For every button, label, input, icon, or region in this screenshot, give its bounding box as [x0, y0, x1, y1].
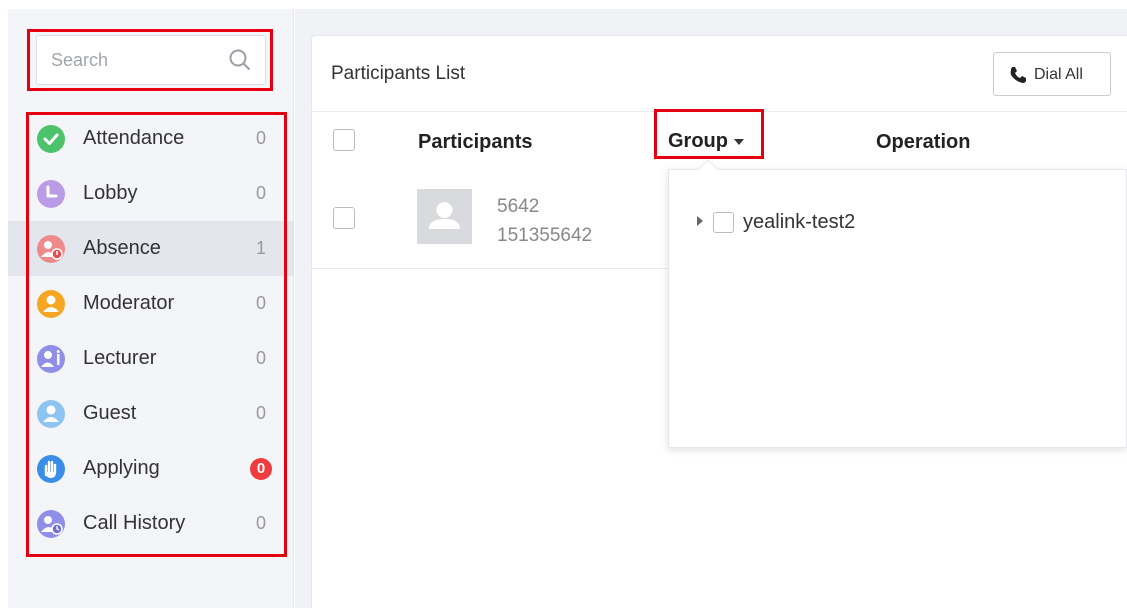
- panel-title: Participants List: [331, 63, 466, 84]
- column-participants: Participants: [418, 131, 533, 153]
- expand-arrow-icon[interactable]: [697, 216, 703, 226]
- dial-all-label: Dial All: [1034, 66, 1083, 83]
- search-highlight-box: [27, 29, 273, 91]
- avatar: [417, 189, 472, 244]
- participant-name: 5642: [497, 196, 540, 217]
- user-placeholder-icon: [429, 202, 460, 229]
- phone-icon: [1010, 67, 1026, 83]
- column-operation: Operation: [876, 131, 971, 153]
- group-dropdown: [668, 159, 1127, 448]
- group-item-label[interactable]: yealink-test2: [743, 211, 855, 234]
- participant-number: 151355642: [497, 225, 593, 246]
- group-checkbox[interactable]: [713, 212, 734, 233]
- dial-all-button[interactable]: Dial All: [993, 52, 1111, 96]
- row-checkbox[interactable]: [333, 207, 355, 229]
- sidebar-highlight-box: [26, 112, 287, 557]
- row-divider: [311, 268, 669, 269]
- group-highlight-box: [654, 109, 764, 159]
- select-all-checkbox[interactable]: [333, 129, 355, 151]
